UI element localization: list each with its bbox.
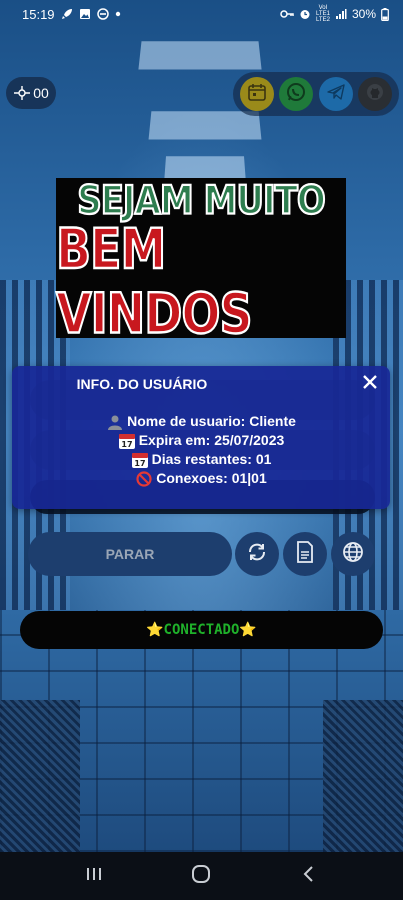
network-label: VoI LTE1 LTE2 (316, 5, 330, 23)
refresh-button[interactable] (235, 532, 279, 576)
telegram-button[interactable] (318, 77, 353, 111)
banner-line-2: BEM VINDOS (55, 215, 254, 347)
image-icon (79, 8, 91, 20)
calendar-icon: 17 (131, 451, 149, 469)
whatsapp-button[interactable] (279, 77, 314, 111)
back-button[interactable] (289, 856, 329, 896)
key-icon (280, 9, 294, 19)
dot-icon (115, 11, 121, 17)
signal-icon (335, 8, 347, 20)
calendar-icon: 17 (118, 432, 136, 450)
rocket-icon (61, 8, 73, 20)
close-icon (362, 374, 378, 395)
recents-button[interactable] (74, 856, 114, 896)
close-button[interactable] (360, 374, 380, 394)
connections-line: Conexoes: 01|01 (135, 469, 267, 488)
svg-text:17: 17 (121, 440, 132, 449)
recents-icon (85, 866, 103, 887)
welcome-banner: SEJAM MUITO BEM VINDOS (55, 177, 346, 347)
user-icon (106, 413, 124, 431)
clock: 15:19 (22, 6, 55, 22)
network-speed-icon (13, 85, 31, 101)
calendar-button[interactable] (239, 77, 274, 111)
logs-button[interactable] (283, 532, 327, 576)
refresh-icon (246, 541, 268, 568)
system-status-bar: 15:19 VoI LTE1 LTE2 30% (0, 0, 403, 28)
expires-line: 17 Expira em: 25/07/2023 (118, 431, 284, 450)
prohibited-icon (135, 470, 153, 488)
days-remaining-line: 17 Dias restantes: 01 (131, 450, 271, 469)
document-icon (296, 540, 314, 568)
home-icon (191, 864, 211, 889)
calendar-icon (247, 82, 267, 107)
system-nav-bar (0, 852, 403, 900)
speed-value: 00 (33, 85, 49, 101)
stop-button[interactable]: PARAR (28, 532, 232, 576)
connection-status: ⭐CONECTADO⭐ (20, 611, 383, 649)
username-line: Nome de usuario: Cliente (106, 412, 296, 431)
back-icon (302, 865, 316, 888)
telegram-icon (326, 82, 346, 107)
alarm-icon (299, 8, 311, 20)
dialog-body: Nome de usuario: Cliente 17 Expira em: 2… (12, 412, 390, 488)
whatsapp-icon (285, 81, 307, 108)
home-button[interactable] (181, 856, 221, 896)
user-info-dialog: INFO. DO USUÁRIO Nome de usuario: Client… (12, 366, 390, 509)
globe-icon (342, 541, 364, 568)
dialog-title: INFO. DO USUÁRIO (76, 376, 208, 392)
dnd-icon (96, 8, 109, 20)
speed-indicator[interactable]: 00 (6, 77, 56, 109)
globe-button[interactable] (331, 532, 375, 576)
ceiling-light (138, 41, 262, 70)
svg-text:17: 17 (134, 459, 145, 468)
floor-tiles-right (323, 700, 403, 852)
battery-icon (381, 7, 389, 21)
ceiling-light (148, 111, 262, 140)
github-icon (365, 82, 385, 107)
github-button[interactable] (358, 77, 393, 111)
social-links-bar (233, 72, 399, 116)
floor-tiles-left (0, 700, 80, 852)
battery-percent: 30% (351, 7, 376, 21)
